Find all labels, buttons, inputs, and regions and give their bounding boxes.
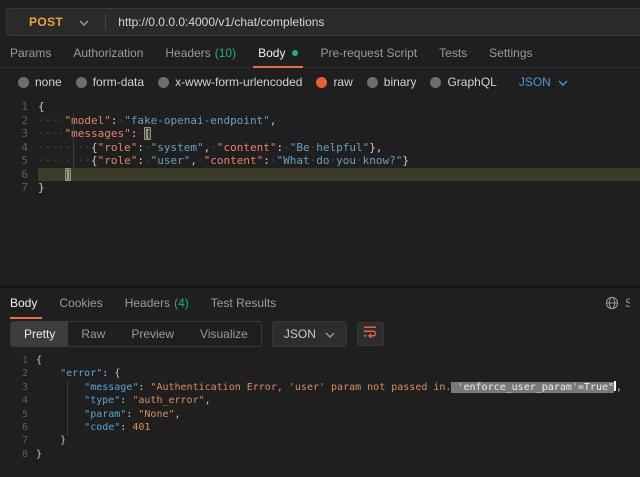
line-number: 4: [0, 141, 38, 155]
method-selector[interactable]: POST: [7, 13, 105, 31]
postman-window: POST Params Authorization Headers (10) B…: [0, 0, 640, 477]
active-tab-underline: [10, 317, 42, 319]
body-type-form-data[interactable]: form-data: [76, 75, 144, 89]
response-language-selector[interactable]: JSON: [272, 321, 347, 347]
code-line[interactable]: 8}: [0, 448, 640, 461]
response-toolbar: Pretty Raw Preview Visualize JSON: [0, 318, 640, 350]
tab-settings[interactable]: Settings: [478, 38, 543, 67]
code-line[interactable]: 7 }: [0, 434, 640, 447]
line-number: 8: [0, 448, 36, 461]
active-tab-underline: [253, 66, 303, 68]
code-line[interactable]: 3····"messages":·[: [0, 127, 640, 141]
indent-guide: [73, 113, 74, 181]
request-body-editor[interactable]: 1{2····"model":·"fake-openai-endpoint",·…: [0, 96, 640, 288]
divider: [105, 14, 106, 30]
line-number: 3: [0, 127, 38, 141]
body-type-graphql[interactable]: GraphQL: [430, 75, 496, 89]
code-line[interactable]: 5 "param": "None",: [0, 408, 640, 421]
code-line[interactable]: 7}: [0, 181, 640, 195]
indent-guide: [67, 381, 68, 435]
line-number: 5: [0, 154, 38, 168]
radio-icon: [430, 77, 441, 88]
tab-params[interactable]: Params: [10, 38, 62, 67]
line-number: 3: [0, 381, 36, 394]
code-line[interactable]: 4········{"role":·"system",·"content":·"…: [0, 141, 640, 155]
url-input[interactable]: [118, 15, 640, 29]
radio-icon: [76, 77, 87, 88]
response-view-switch: Pretty Raw Preview Visualize: [10, 321, 262, 347]
wrap-text-button[interactable]: [357, 322, 384, 346]
line-number: 7: [0, 434, 36, 447]
code-line[interactable]: 2 "error": {: [0, 367, 640, 380]
radio-icon: [367, 77, 378, 88]
body-type-none[interactable]: none: [18, 75, 62, 89]
line-number: 2: [0, 367, 36, 380]
line-number: 6: [0, 421, 36, 434]
tab-pre-request-script[interactable]: Pre-request Script: [309, 38, 428, 67]
tab-body[interactable]: Body: [247, 38, 309, 67]
body-type-x-www-form-urlencoded[interactable]: x-www-form-urlencoded: [158, 75, 302, 89]
tab-headers[interactable]: Headers (10): [154, 38, 247, 67]
view-pretty[interactable]: Pretty: [11, 322, 68, 346]
body-type-raw[interactable]: raw: [316, 75, 352, 89]
request-tabs: Params Authorization Headers (10) Body P…: [0, 38, 640, 68]
response-headers-count-badge: (4): [174, 296, 189, 310]
resp-tab-test-results[interactable]: Test Results: [200, 288, 287, 318]
selected-text: 'enforce_user_param'=True": [451, 382, 614, 393]
code-line[interactable]: 2····"model":·"fake-openai-endpoint",·: [0, 114, 640, 128]
resp-tab-body[interactable]: Body: [10, 288, 48, 318]
headers-count-badge: (10): [215, 46, 236, 60]
code-line[interactable]: 6····]: [0, 168, 640, 182]
code-line[interactable]: 6 "code": 401: [0, 421, 640, 434]
line-number: 5: [0, 408, 36, 421]
request-url-row: POST: [0, 0, 640, 36]
response-tabs: Body Cookies Headers (4) Test Results S: [0, 288, 640, 318]
line-number: 1: [0, 354, 36, 367]
view-visualize[interactable]: Visualize: [187, 322, 261, 346]
body-type-binary[interactable]: binary: [367, 75, 417, 89]
body-type-row: none form-data x-www-form-urlencoded raw…: [0, 68, 640, 96]
raw-language-selector[interactable]: JSON: [519, 73, 568, 91]
request-url-bar: POST: [6, 8, 640, 36]
code-line[interactable]: 4 "type": "auth_error",: [0, 394, 640, 407]
chevron-down-icon: [558, 73, 568, 91]
radio-selected-icon: [316, 77, 327, 88]
resp-tab-cookies[interactable]: Cookies: [48, 288, 113, 318]
globe-icon[interactable]: [605, 296, 619, 310]
body-modified-dot-icon: [292, 50, 298, 56]
view-raw[interactable]: Raw: [68, 322, 118, 346]
code-line[interactable]: 1{: [0, 100, 640, 114]
code-line[interactable]: 5········{"role":·"user",·"content":·"Wh…: [0, 154, 640, 168]
status-text-clipped: S: [625, 296, 630, 310]
view-preview[interactable]: Preview: [118, 322, 187, 346]
line-number: 4: [0, 394, 36, 407]
resp-tab-headers[interactable]: Headers (4): [114, 288, 200, 318]
response-body-viewer[interactable]: 1{2 "error": {3 "message": "Authenticati…: [0, 350, 640, 477]
radio-icon: [158, 77, 169, 88]
radio-icon: [18, 77, 29, 88]
code-line[interactable]: 3 "message": "Authentication Error, 'use…: [0, 381, 640, 394]
line-number: 2: [0, 114, 38, 128]
chevron-down-icon: [79, 13, 89, 31]
tab-tests[interactable]: Tests: [428, 38, 478, 67]
method-label: POST: [29, 15, 63, 29]
code-line[interactable]: 1{: [0, 354, 640, 367]
tab-authorization[interactable]: Authorization: [62, 38, 154, 67]
line-number: 1: [0, 100, 38, 114]
line-number: 7: [0, 181, 38, 195]
wrap-text-icon: [363, 325, 377, 343]
chevron-down-icon: [325, 327, 335, 341]
line-number: 6: [0, 168, 38, 182]
